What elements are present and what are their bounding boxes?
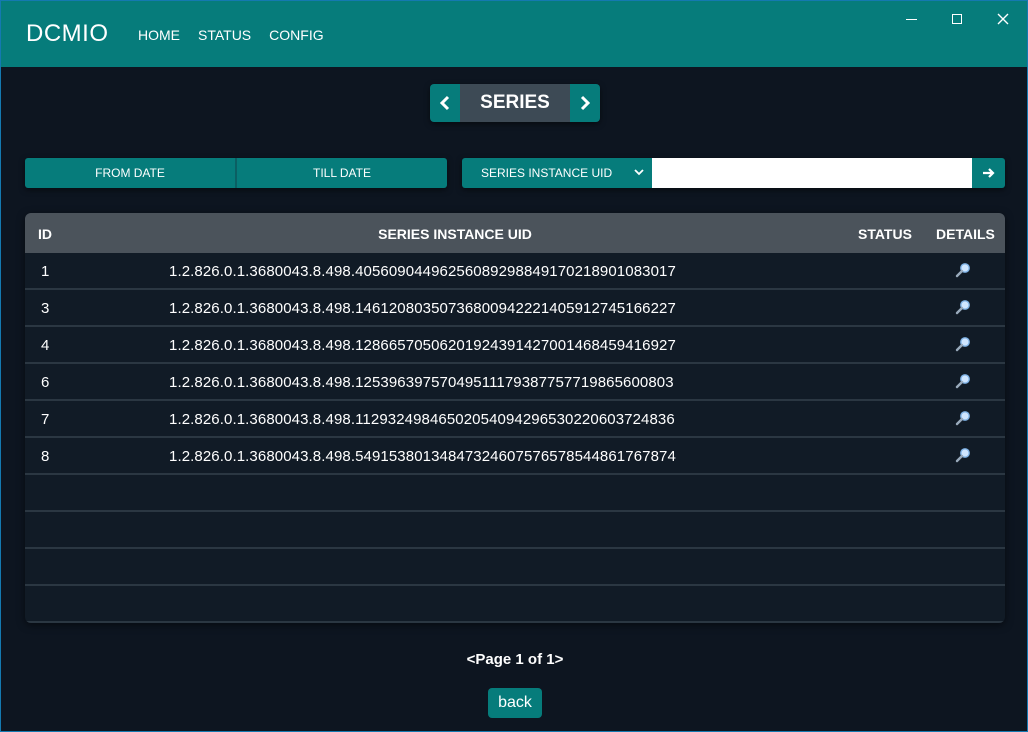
table-row[interactable]: 4 1.2.826.0.1.3680043.8.498.1286657050620… <box>25 327 1005 364</box>
series-table: ID SERIES INSTANCE UID STATUS DETAILS 11… <box>25 213 1005 623</box>
table-row[interactable]: 1 1.2.826.0.1.3680043.8.498.4056090449625… <box>25 253 1005 290</box>
empty-table-row <box>25 586 1005 623</box>
table-row[interactable]: 6 1.2.826.0.1.3680043.8.498.1253963975704… <box>25 364 1005 401</box>
cell-id: 6 <box>41 374 50 391</box>
table-header: ID SERIES INSTANCE UID STATUS DETAILS <box>25 213 1005 253</box>
cell-uid: 1.2.826.0.1.3680043.8.498.54915380134847… <box>169 448 676 465</box>
magnifier-icon[interactable] <box>955 299 971 319</box>
maximize-icon[interactable] <box>945 9 969 29</box>
nav-status[interactable]: STATUS <box>198 27 251 43</box>
magnifier-icon[interactable] <box>955 262 971 282</box>
table-row[interactable]: 7 1.2.826.0.1.3680043.8.498.1129324984650… <box>25 401 1005 438</box>
view-title: SERIES <box>460 84 570 122</box>
empty-table-row <box>25 475 1005 512</box>
next-view-button[interactable] <box>570 84 600 122</box>
magnifier-icon[interactable] <box>955 336 971 356</box>
search-field-select[interactable]: SERIES INSTANCE UID <box>462 158 652 188</box>
magnifier-icon[interactable] <box>955 410 971 430</box>
search-input[interactable] <box>652 158 972 188</box>
cell-id: 8 <box>41 448 50 465</box>
table-row[interactable]: 3 1.2.826.0.1.3680043.8.498.1461208035073… <box>25 290 1005 327</box>
back-button[interactable]: back <box>488 688 542 718</box>
table-row[interactable]: 8 1.2.826.0.1.3680043.8.498.5491538013484… <box>25 438 1005 475</box>
search-submit-button[interactable] <box>972 158 1005 188</box>
arrow-right-icon <box>982 168 995 178</box>
cell-uid: 1.2.826.0.1.3680043.8.498.12539639757049… <box>169 374 674 391</box>
app-window: DCMIO HOME STATUS CONFIG SERIES FROM DAT… <box>0 0 1028 732</box>
cell-uid: 1.2.826.0.1.3680043.8.498.14612080350736… <box>169 300 676 317</box>
magnifier-icon[interactable] <box>955 447 971 467</box>
minimize-icon[interactable] <box>899 9 923 29</box>
nav-config[interactable]: CONFIG <box>269 27 323 43</box>
close-icon[interactable] <box>991 9 1015 29</box>
cell-uid: 1.2.826.0.1.3680043.8.498.11293249846502… <box>169 411 675 428</box>
search-field-label: SERIES INSTANCE UID <box>481 166 613 180</box>
cell-id: 1 <box>41 263 50 280</box>
from-date-button[interactable]: FROM DATE <box>25 158 235 188</box>
magnifier-icon[interactable] <box>955 373 971 393</box>
cell-id: 4 <box>41 337 50 354</box>
prev-view-button[interactable] <box>430 84 460 122</box>
pagination: <Page 1 of 1> <box>466 651 564 668</box>
chevron-left-icon <box>439 95 450 111</box>
chevron-right-icon <box>580 95 591 111</box>
cell-id: 7 <box>41 411 50 428</box>
cell-id: 3 <box>41 300 50 317</box>
till-date-button[interactable]: TILL DATE <box>235 158 447 188</box>
header-status[interactable]: STATUS <box>858 226 912 242</box>
cell-uid: 1.2.826.0.1.3680043.8.498.40560904496256… <box>169 263 676 280</box>
search-bar: SERIES INSTANCE UID <box>462 158 1005 188</box>
header-details[interactable]: DETAILS <box>936 226 995 242</box>
date-filter: FROM DATE TILL DATE <box>25 158 447 188</box>
main-nav: HOME STATUS CONFIG <box>138 27 324 43</box>
table-body: 1 1.2.826.0.1.3680043.8.498.4056090449625… <box>25 253 1005 623</box>
chevron-down-icon <box>634 169 644 176</box>
cell-uid: 1.2.826.0.1.3680043.8.498.12866570506201… <box>169 337 676 354</box>
empty-table-row <box>25 512 1005 549</box>
empty-table-row <box>25 549 1005 586</box>
nav-home[interactable]: HOME <box>138 27 180 43</box>
header-uid[interactable]: SERIES INSTANCE UID <box>25 226 885 242</box>
top-bar: DCMIO HOME STATUS CONFIG <box>1 1 1027 67</box>
view-switcher: SERIES <box>430 84 600 122</box>
app-title: DCMIO <box>26 20 109 47</box>
